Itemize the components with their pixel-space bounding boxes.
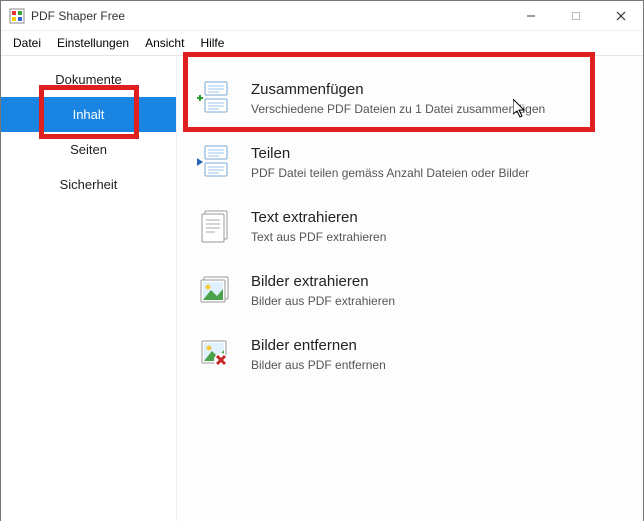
action-extract-images[interactable]: Bilder extrahieren Bilder aus PDF extrah… (189, 258, 631, 322)
action-extract-text-title: Text extrahieren (251, 209, 386, 226)
action-split-desc: PDF Datei teilen gemäss Anzahl Dateien o… (251, 166, 529, 180)
action-extract-images-texts: Bilder extrahieren Bilder aus PDF extrah… (251, 273, 395, 308)
sidebar-item-security[interactable]: Sicherheit (1, 167, 176, 202)
action-merge-desc: Verschiedene PDF Dateien zu 1 Datei zusa… (251, 102, 545, 116)
action-merge-title: Zusammenfügen (251, 81, 545, 98)
action-split-texts: Teilen PDF Datei teilen gemäss Anzahl Da… (251, 145, 529, 180)
sidebar-item-content[interactable]: Inhalt (1, 97, 176, 132)
action-split-title: Teilen (251, 145, 529, 162)
app-icon (9, 8, 25, 24)
extract-text-icon (195, 208, 235, 244)
action-extract-text[interactable]: Text extrahieren Text aus PDF extrahiere… (189, 194, 631, 258)
action-merge-texts: Zusammenfügen Verschiedene PDF Dateien z… (251, 81, 545, 116)
extract-images-icon (195, 272, 235, 308)
close-button[interactable] (598, 1, 643, 31)
action-remove-images-desc: Bilder aus PDF entfernen (251, 358, 386, 372)
menu-help[interactable]: Hilfe (194, 34, 230, 52)
remove-images-icon (195, 336, 235, 372)
window-title: PDF Shaper Free (31, 9, 508, 23)
menu-settings[interactable]: Einstellungen (51, 34, 135, 52)
action-remove-images-title: Bilder entfernen (251, 337, 386, 354)
titlebar: PDF Shaper Free (1, 1, 643, 31)
merge-icon (195, 80, 235, 116)
action-remove-images-texts: Bilder entfernen Bilder aus PDF entferne… (251, 337, 386, 372)
action-extract-images-title: Bilder extrahieren (251, 273, 395, 290)
action-split[interactable]: Teilen PDF Datei teilen gemäss Anzahl Da… (189, 130, 631, 194)
minimize-button[interactable] (508, 1, 553, 31)
main-panel: Zusammenfügen Verschiedene PDF Dateien z… (176, 56, 643, 521)
action-extract-images-desc: Bilder aus PDF extrahieren (251, 294, 395, 308)
menubar: Datei Einstellungen Ansicht Hilfe (1, 31, 643, 56)
action-merge[interactable]: Zusammenfügen Verschiedene PDF Dateien z… (189, 66, 631, 130)
sidebar: Dokumente Inhalt Seiten Sicherheit (1, 56, 176, 521)
action-extract-text-desc: Text aus PDF extrahieren (251, 230, 386, 244)
sidebar-item-pages[interactable]: Seiten (1, 132, 176, 167)
body: Dokumente Inhalt Seiten Sicherheit Zusam… (1, 56, 643, 521)
maximize-button[interactable] (553, 1, 598, 31)
action-remove-images[interactable]: Bilder entfernen Bilder aus PDF entferne… (189, 322, 631, 386)
menu-view[interactable]: Ansicht (139, 34, 190, 52)
sidebar-item-documents[interactable]: Dokumente (1, 62, 176, 97)
menu-file[interactable]: Datei (7, 34, 47, 52)
split-icon (195, 144, 235, 180)
action-extract-text-texts: Text extrahieren Text aus PDF extrahiere… (251, 209, 386, 244)
window-buttons (508, 1, 643, 31)
